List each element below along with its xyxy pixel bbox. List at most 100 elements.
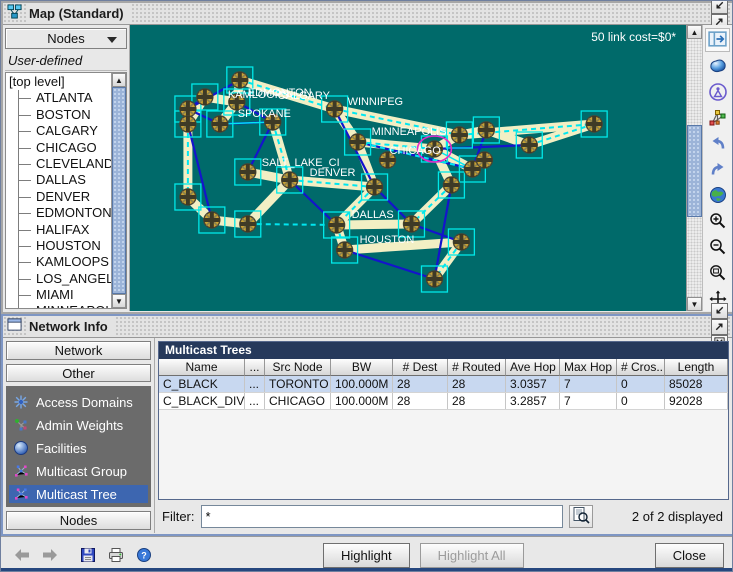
scroll-up-icon[interactable]: ▲ <box>687 25 702 39</box>
map-node[interactable] <box>337 242 353 258</box>
node-list-item[interactable]: DENVER <box>9 189 112 205</box>
help-icon[interactable]: ? <box>133 545 155 565</box>
scrollbar-thumb[interactable] <box>687 125 702 217</box>
maximize-icon[interactable] <box>711 319 728 335</box>
node-list-item[interactable]: LOS_ANGELES <box>9 271 112 287</box>
node-list-item[interactable]: HALIFAX <box>9 222 112 238</box>
node-list-item[interactable]: KAMLOOPS <box>9 254 112 270</box>
node-list-scrollbar[interactable]: ▲ ▼ <box>111 73 126 308</box>
highlight-all-button[interactable]: Highlight All <box>420 543 524 568</box>
print-icon[interactable] <box>105 545 127 565</box>
map-node[interactable] <box>282 172 298 188</box>
restore-icon[interactable] <box>711 303 728 319</box>
back-icon[interactable] <box>11 545 33 565</box>
column-header[interactable]: # Routed <box>448 359 506 376</box>
category-admin-weights[interactable]: Admin Weights <box>9 416 148 434</box>
save-icon[interactable] <box>77 545 99 565</box>
zoom-window-icon[interactable] <box>705 261 730 285</box>
map-node[interactable] <box>451 127 467 143</box>
map-node[interactable] <box>197 89 213 105</box>
tab-nodes[interactable]: Nodes <box>6 511 151 530</box>
node-list-root[interactable]: [top level] <box>9 74 112 90</box>
map-node[interactable] <box>443 177 459 193</box>
close-button[interactable]: Close <box>655 543 724 568</box>
network-info-titlebar[interactable]: Network Info <box>3 316 732 338</box>
forward-icon[interactable] <box>39 545 61 565</box>
scroll-up-icon[interactable]: ▲ <box>112 73 126 87</box>
overview-icon[interactable] <box>705 80 730 104</box>
column-header[interactable]: BW <box>331 359 393 376</box>
node-list-item[interactable]: MINNEAPOLIS <box>9 303 112 309</box>
node-list-item[interactable]: CHICAGO <box>9 140 112 156</box>
topology-icon[interactable] <box>705 106 730 130</box>
svg-text:?: ? <box>141 551 147 561</box>
node-list-item[interactable]: CALGARY <box>9 123 112 139</box>
map-node[interactable] <box>426 271 442 287</box>
map-node[interactable] <box>180 101 196 117</box>
node-list-item[interactable]: ATLANTA <box>9 90 112 106</box>
column-header[interactable]: Src Node <box>265 359 331 376</box>
map-node[interactable] <box>327 101 343 117</box>
map-node[interactable] <box>367 179 383 195</box>
map-node[interactable] <box>212 116 228 132</box>
undo-icon[interactable] <box>705 132 730 156</box>
map-node[interactable] <box>180 189 196 205</box>
map-node[interactable] <box>329 217 345 233</box>
map-node[interactable] <box>350 134 366 150</box>
node-list-item[interactable]: CLEVELAND <box>9 156 112 172</box>
filter-search-button[interactable] <box>569 505 593 528</box>
table-row[interactable]: C_BLACK_DIV...CHICAGO100.000M28283.28577… <box>159 393 728 410</box>
world-icon[interactable] <box>705 54 730 78</box>
map-node[interactable] <box>478 122 494 138</box>
filter-input[interactable] <box>201 505 564 528</box>
map-node[interactable] <box>232 72 248 88</box>
highlight-button[interactable]: Highlight <box>323 543 410 568</box>
column-header[interactable]: # Cros... <box>617 359 665 376</box>
map-link-multicast[interactable] <box>337 224 412 225</box>
zoom-in-icon[interactable] <box>705 209 730 233</box>
column-header[interactable]: Ave Hop <box>506 359 560 376</box>
nodes-dropdown[interactable]: Nodes <box>5 28 127 49</box>
table-cell: TORONTO <box>265 376 331 392</box>
tab-network[interactable]: Network <box>6 341 151 360</box>
map-node[interactable] <box>180 116 196 132</box>
map-node[interactable] <box>240 216 256 232</box>
map-node[interactable] <box>476 152 492 168</box>
map-node[interactable] <box>521 137 537 153</box>
map-node[interactable] <box>240 164 256 180</box>
column-header[interactable]: ... <box>245 359 265 376</box>
tab-other[interactable]: Other <box>6 364 151 383</box>
scroll-down-icon[interactable]: ▼ <box>687 297 702 311</box>
map-vertical-scrollbar[interactable]: ▲ ▼ <box>686 25 702 311</box>
category-multicast-group[interactable]: Multicast Group <box>9 462 148 480</box>
scroll-down-icon[interactable]: ▼ <box>112 294 126 308</box>
column-header[interactable]: Name <box>159 359 245 376</box>
node-list-item[interactable]: DALLAS <box>9 172 112 188</box>
scrollbar-thumb[interactable] <box>112 87 126 294</box>
map-node[interactable] <box>404 216 420 232</box>
map-titlebar[interactable]: Map (Standard) <box>3 3 732 25</box>
category-multicast-tree[interactable]: Multicast Tree <box>9 485 148 503</box>
node-list-item[interactable]: EDMONTON <box>9 205 112 221</box>
category-facilities[interactable]: Facilities <box>9 439 148 457</box>
category-access-domains[interactable]: Access Domains <box>9 393 148 411</box>
map-icon <box>7 4 22 24</box>
map-node[interactable] <box>453 234 469 250</box>
column-header[interactable]: # Dest <box>393 359 448 376</box>
restore-icon[interactable] <box>711 0 728 14</box>
map-canvas[interactable]: KAMLOOPSEDMONTONCALGARYSPOKANEWINNIPEGMI… <box>130 25 686 311</box>
redo-icon[interactable] <box>705 158 730 182</box>
zoom-out-icon[interactable] <box>705 235 730 259</box>
column-header[interactable]: Length <box>665 359 728 376</box>
panel-toggle-icon[interactable] <box>705 28 730 52</box>
map-link-multicast[interactable] <box>248 180 290 224</box>
globe-icon[interactable] <box>705 183 730 207</box>
node-list-item[interactable]: BOSTON <box>9 107 112 123</box>
map-node[interactable] <box>586 116 602 132</box>
table-header-row[interactable]: Name...Src NodeBW# Dest# RoutedAve HopMa… <box>159 359 728 376</box>
table-row[interactable]: C_BLACK...TORONTO100.000M28283.035770850… <box>159 376 728 393</box>
column-header[interactable]: Max Hop <box>560 359 617 376</box>
map-node[interactable] <box>204 212 220 228</box>
node-list-item[interactable]: MIAMI <box>9 287 112 303</box>
node-list-item[interactable]: HOUSTON <box>9 238 112 254</box>
